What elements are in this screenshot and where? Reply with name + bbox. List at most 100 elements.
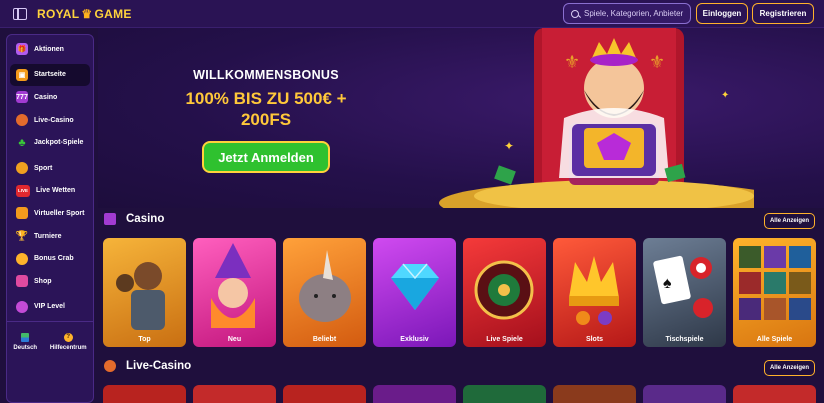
category-card-tischspiele[interactable]: ♠ Tischspiele [643, 238, 726, 347]
sidebar-item-label: Live-Casino [34, 116, 74, 124]
sidebar-item-label: Aktionen [34, 45, 64, 53]
diamond-icon [391, 263, 439, 310]
sidebar-item-jackpot[interactable]: ♣ Jackpot-Spiele [10, 131, 90, 154]
category-card-slots[interactable]: Slots [553, 238, 636, 347]
flag-icon [21, 332, 30, 342]
shop-icon [16, 275, 28, 288]
sidebar-item-label: Bonus Crab [34, 255, 74, 263]
live-game-card[interactable] [283, 385, 366, 403]
live-casino-section-title: Live-Casino [126, 360, 192, 372]
live-game-card[interactable] [733, 385, 816, 403]
svg-text:⚜: ⚜ [649, 52, 665, 72]
sidebar-item-label: Shop [34, 277, 52, 285]
casino-show-all-button[interactable]: Alle Anzeigen [764, 213, 815, 229]
trophy-icon: 🏆 [15, 230, 29, 242]
card-label: Neu [227, 336, 242, 343]
sidebar-item-label: Sport [34, 164, 53, 172]
bonus-line-1: 100% BIS ZU 500€ + [185, 89, 347, 108]
card-label: Beliebt [312, 336, 337, 343]
sidebar: 🎁 Aktionen ▣ Startseite 777 Casino Live-Cas… [6, 34, 94, 403]
live-casino-show-all-button[interactable]: Alle Anzeigen [764, 360, 815, 376]
live-icon: LIVE [16, 184, 30, 197]
gift-icon: 🎁 [16, 43, 28, 56]
live-game-card[interactable] [463, 385, 546, 403]
sidebar-item-label: Startseite [34, 71, 66, 79]
svg-text:✦: ✦ [721, 90, 729, 101]
dealer-icon [104, 360, 116, 372]
logo-text-right: GAME [94, 6, 132, 21]
live-casino-card-row [103, 385, 824, 403]
roulette-icon [474, 260, 534, 320]
sidebar-item-startseite[interactable]: ▣ Startseite [10, 63, 90, 87]
card-label: Alle Spiele [756, 336, 793, 343]
sidebar-item-label: VIP Level [34, 303, 66, 311]
card-label: Live Spiele [486, 336, 523, 343]
crab-icon [16, 252, 28, 265]
live-game-card[interactable] [103, 385, 186, 403]
svg-text:⚜: ⚜ [564, 52, 580, 72]
card-label: Slots [585, 336, 604, 343]
sidebar-item-shop[interactable]: Shop [10, 270, 90, 293]
clover-icon: ♣ [18, 136, 26, 149]
playing-cards-icon: ♠ [653, 255, 713, 318]
category-card-beliebt[interactable]: Beliebt [283, 238, 366, 347]
bonus-line-2: 200FS [240, 110, 292, 129]
casino-card-row: Top Neu Beliebt Exklusiv Live Spiele Slo… [103, 238, 824, 348]
category-card-neu[interactable]: Neu [193, 238, 276, 347]
hero-banner: WILLKOMMENSBONUS 100% BIS ZU 500€ + 200F… [98, 28, 824, 208]
sidebar-item-live-wetten[interactable]: LIVE Live Wetten [10, 180, 90, 203]
live-game-card[interactable] [373, 385, 456, 403]
signup-cta-button[interactable]: Jetzt Anmelden [202, 141, 330, 173]
sidebar-item-label: Live Wetten [36, 187, 76, 195]
sidebar-item-vip[interactable]: VIP Level [10, 296, 90, 319]
vip-icon [16, 300, 28, 313]
category-card-exklusiv[interactable]: Exklusiv [373, 238, 456, 347]
svg-text:✦: ✦ [504, 139, 514, 153]
sidebar-item-aktionen[interactable]: 🎁 Aktionen [10, 38, 90, 61]
card-label: Tischspiele [665, 336, 704, 343]
slot-icon [104, 213, 116, 225]
sidebar-item-casino[interactable]: 777 Casino [10, 86, 90, 109]
bonus-heading: WILLKOMMENSBONUS [193, 68, 339, 82]
category-card-alle-spiele[interactable]: Alle Spiele [733, 238, 816, 347]
sidebar-footer: Deutsch ? Hilfecentrum [7, 321, 93, 361]
sidebar-item-turniere[interactable]: 🏆 Turniere [10, 225, 90, 248]
casino-section-header: Casino [104, 213, 164, 225]
sidebar-item-bonus-crab[interactable]: Bonus Crab [10, 247, 90, 270]
language-selector[interactable]: Deutsch [13, 332, 38, 351]
sidebar-toggle-icon[interactable] [13, 7, 27, 20]
sidebar-item-sport[interactable]: Sport [10, 157, 90, 180]
category-card-top[interactable]: Top [103, 238, 186, 347]
gamepad-icon [16, 207, 28, 220]
search-placeholder: Spiele, Kategorien, Anbieter [584, 9, 684, 18]
sidebar-nav: 🎁 Aktionen ▣ Startseite 777 Casino Live-Cas… [7, 35, 93, 318]
help-center-link[interactable]: ? Hilfecentrum [49, 332, 87, 351]
register-button[interactable]: Registrieren [752, 3, 814, 24]
crown-logo-icon: ♛ [81, 6, 93, 21]
logo-text-left: ROYAL [37, 6, 80, 21]
live-game-card[interactable] [643, 385, 726, 403]
help-label: Hilfecentrum [49, 344, 87, 351]
casino-section-title: Casino [126, 213, 165, 225]
category-card-live-spiele[interactable]: Live Spiele [463, 238, 546, 347]
login-button[interactable]: Einloggen [696, 3, 748, 24]
bonus-text: 100% BIS ZU 500€ + 200FS [98, 88, 434, 130]
sidebar-item-label: Jackpot-Spiele [34, 139, 84, 147]
sidebar-item-live-casino[interactable]: Live-Casino [10, 109, 90, 132]
language-label: Deutsch [13, 344, 38, 351]
search-input[interactable]: Spiele, Kategorien, Anbieter [563, 3, 691, 24]
sidebar-item-label: Virtueller Sport [34, 209, 85, 217]
sidebar-item-virtueller-sport[interactable]: Virtueller Sport [10, 202, 90, 225]
king-mascot-illustration: ⚜ ⚜ ✦ ✦ [439, 28, 754, 208]
live-casino-section-header: Live-Casino [104, 360, 191, 372]
help-icon: ? [63, 332, 73, 342]
live-game-card[interactable] [553, 385, 636, 403]
dealer-icon [16, 114, 28, 127]
slot-icon: 777 [16, 91, 28, 104]
logo[interactable]: ROYAL ♛ GAME [37, 7, 132, 21]
svg-text:♠: ♠ [663, 275, 672, 292]
rhino-icon [299, 250, 351, 322]
live-game-card[interactable] [193, 385, 276, 403]
ball-icon [16, 162, 28, 175]
card-label: Top [138, 336, 151, 343]
